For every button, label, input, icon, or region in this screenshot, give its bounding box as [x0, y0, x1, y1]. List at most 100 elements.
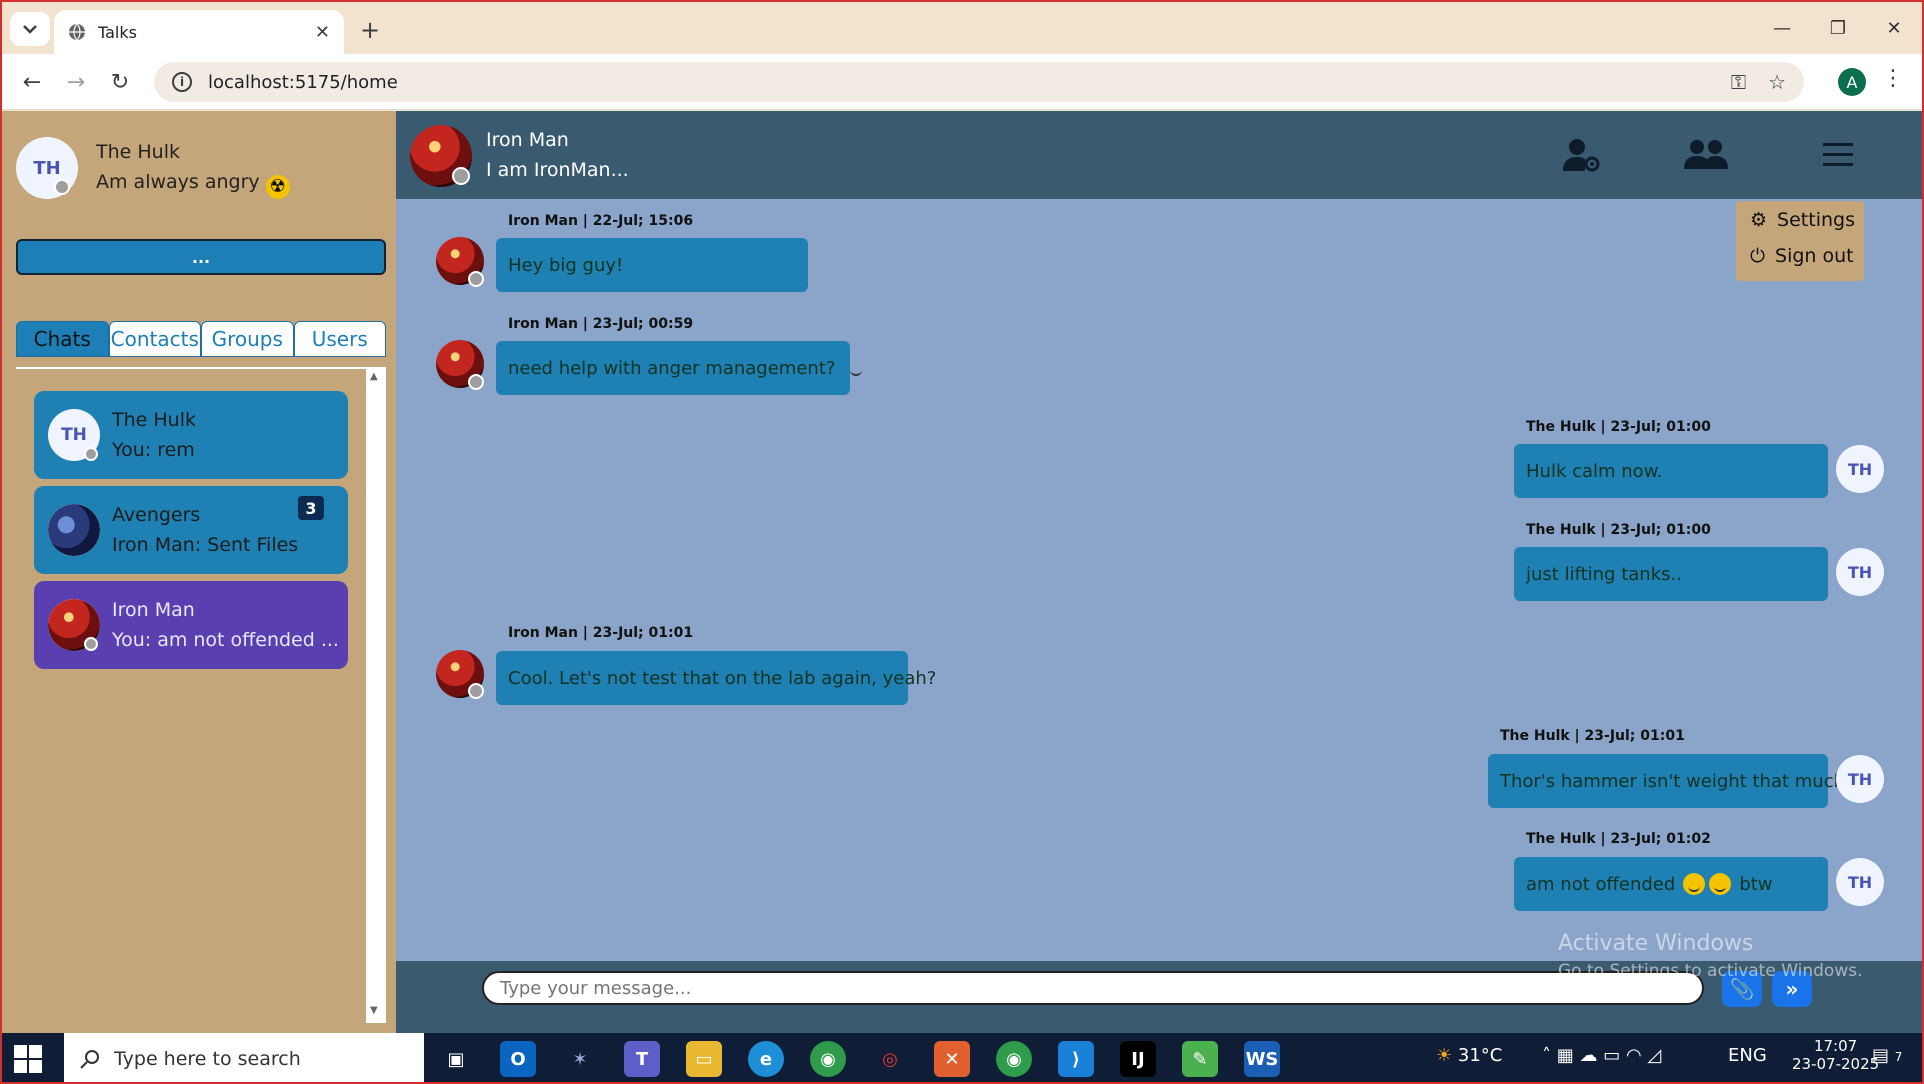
password-key-icon[interactable]: ⚿	[1731, 70, 1746, 94]
chat-avatar-initials: TH	[61, 425, 87, 445]
users-icon[interactable]	[1684, 135, 1728, 175]
task-view-icon[interactable]: ▣	[438, 1041, 474, 1077]
user-settings-icon[interactable]	[1560, 135, 1604, 175]
sun-icon: ☀	[1436, 1045, 1453, 1066]
presence-dot	[468, 683, 484, 699]
tab-contacts[interactable]: Contacts	[108, 321, 201, 357]
presence-dot	[468, 374, 484, 390]
new-tab-button[interactable]: +	[354, 14, 386, 46]
notepad-icon[interactable]: ✎	[1182, 1041, 1218, 1077]
message-meta: The Hulk | 23-Jul; 01:02	[1526, 831, 1711, 847]
message-bubble: am not offended btw	[1514, 857, 1828, 911]
activation-watermark-text: Go to Settings to activate Windows.	[1558, 961, 1863, 981]
message-input[interactable]	[482, 971, 1704, 1005]
language-indicator[interactable]: ENG	[1728, 1045, 1767, 1066]
chat-item-avengers[interactable]: Avengers Iron Man: Sent Files 3	[34, 486, 348, 574]
profile-avatar[interactable]: A	[1838, 68, 1866, 96]
more-button[interactable]: ...	[16, 239, 386, 275]
forward-button[interactable]: →	[60, 66, 92, 98]
message-bubble: Hey big guy!	[496, 238, 808, 292]
taskbar-search[interactable]: Type here to search	[64, 1033, 424, 1082]
presence-dot	[84, 637, 98, 651]
scroll-up-icon[interactable]: ▲	[370, 371, 378, 382]
minimize-button[interactable]: —	[1754, 2, 1810, 54]
contact-name: Iron Man	[486, 129, 569, 151]
recorder-icon[interactable]: ◎	[872, 1041, 908, 1077]
site-info-icon[interactable]: i	[172, 72, 192, 92]
app-icon[interactable]: ✶	[562, 1041, 598, 1077]
close-window-button[interactable]: ✕	[1866, 2, 1922, 54]
avengers-image	[48, 504, 100, 556]
restore-button[interactable]: ❐	[1810, 2, 1866, 54]
clock[interactable]: 17:07 23-07-2025	[1792, 1037, 1879, 1073]
bookmark-star-icon[interactable]: ☆	[1768, 70, 1786, 94]
message-bubble: Cool. Let's not test that on the lab aga…	[496, 651, 936, 705]
battery-icon: ▭	[1603, 1045, 1621, 1066]
chevron-down-icon	[23, 25, 37, 34]
weather-temp: 31°C	[1457, 1045, 1503, 1066]
user-gear-icon	[1563, 139, 1600, 172]
sender-avatar: TH	[1836, 858, 1884, 906]
intellij-icon[interactable]: IJ	[1120, 1041, 1156, 1077]
message-meta: Iron Man | 23-Jul; 01:01	[508, 625, 694, 641]
chat-header: Iron Man I am IronMan...	[396, 111, 1922, 199]
weather-widget[interactable]: ☀ 31°C	[1436, 1045, 1502, 1066]
outlook-icon[interactable]: O	[500, 1041, 536, 1077]
address-bar[interactable]: i localhost:5175/home ⚿ ☆	[154, 62, 1804, 102]
menu-item-sign-out[interactable]: ⏻ Sign out	[1750, 245, 1854, 267]
webstorm-icon[interactable]: WS	[1244, 1041, 1280, 1077]
tab-groups[interactable]: Groups	[201, 321, 294, 357]
chat-item-the-hulk[interactable]: TH The Hulk You: rem	[34, 391, 348, 479]
message-meta: The Hulk | 23-Jul; 01:00	[1526, 522, 1711, 538]
volume-icon: ◿	[1647, 1045, 1662, 1066]
chrome-icon[interactable]: ◉	[810, 1041, 846, 1077]
menu-icon[interactable]	[1816, 135, 1860, 175]
wifi-icon: ◠	[1625, 1045, 1642, 1066]
chat-list-scrollbar[interactable]: ▲ ▼	[366, 369, 386, 1023]
contact-status: I am IronMan...	[486, 159, 629, 181]
reload-button[interactable]: ↻	[104, 66, 136, 98]
sender-avatar: TH	[1836, 755, 1884, 803]
tab-chats[interactable]: Chats	[16, 321, 109, 357]
browser-tab[interactable]: Talks ✕	[54, 10, 344, 54]
close-tab-icon[interactable]: ✕	[315, 22, 330, 43]
smile-emoji-icon	[1683, 873, 1706, 895]
notifications-button[interactable]: ▤ 7	[1872, 1045, 1902, 1066]
teams-icon[interactable]: T	[624, 1041, 660, 1077]
contact-avatar[interactable]	[410, 125, 472, 187]
edge-icon[interactable]: e	[748, 1041, 784, 1077]
windows-start-button[interactable]	[14, 1045, 42, 1073]
message-bubble: Hulk calm now.	[1514, 444, 1828, 498]
browser-menu-icon[interactable]: ⋮	[1882, 66, 1904, 91]
power-icon: ⏻	[1750, 245, 1766, 267]
notification-icon: ▤	[1872, 1045, 1890, 1066]
taskbar: Type here to search ▣ O ✶ T ▭ e ◉ ◎ ✕ ◉ …	[2, 1033, 1922, 1082]
clock-date: 23-07-2025	[1792, 1055, 1880, 1073]
scroll-down-icon[interactable]: ▼	[370, 1005, 378, 1016]
tab-users[interactable]: Users	[293, 321, 386, 357]
file-explorer-icon[interactable]: ▭	[686, 1041, 722, 1077]
network-icon: ▦	[1556, 1045, 1574, 1066]
search-placeholder: Type here to search	[114, 1047, 301, 1070]
message-meta: The Hulk | 23-Jul; 01:00	[1526, 419, 1711, 435]
menu-item-settings[interactable]: ⚙ Settings	[1750, 209, 1855, 231]
back-button[interactable]: ←	[16, 66, 48, 98]
window-controls: — ❐ ✕	[1754, 2, 1922, 54]
chat-last-message: You: rem	[112, 439, 195, 461]
chrome-active-icon[interactable]: ◉	[996, 1041, 1032, 1077]
xampp-icon[interactable]: ✕	[934, 1041, 970, 1077]
notification-count: 7	[1894, 1050, 1903, 1064]
tray-icons[interactable]: ˄ ▦ ☁ ▭ ◠ ◿	[1542, 1045, 1661, 1066]
header-dropdown-menu: ⚙ Settings ⏻ Sign out	[1736, 201, 1864, 281]
my-status-text: Am always angry	[96, 171, 260, 193]
browser-tab-bar: Talks ✕ + — ❐ ✕	[2, 2, 1922, 54]
message-meta: Iron Man | 22-Jul; 15:06	[508, 213, 694, 229]
my-avatar[interactable]: TH	[16, 137, 78, 199]
chat-item-iron-man[interactable]: Iron Man You: am not offended ...	[34, 581, 348, 669]
chat-name: Iron Man	[112, 599, 195, 621]
url-text: localhost:5175/home	[208, 71, 398, 93]
tab-search-button[interactable]	[10, 12, 50, 46]
vscode-icon[interactable]: ⟩	[1058, 1041, 1094, 1077]
hamburger-icon	[1823, 143, 1853, 166]
message-bubble: Thor's hammer isn't weight that much	[1488, 754, 1845, 808]
